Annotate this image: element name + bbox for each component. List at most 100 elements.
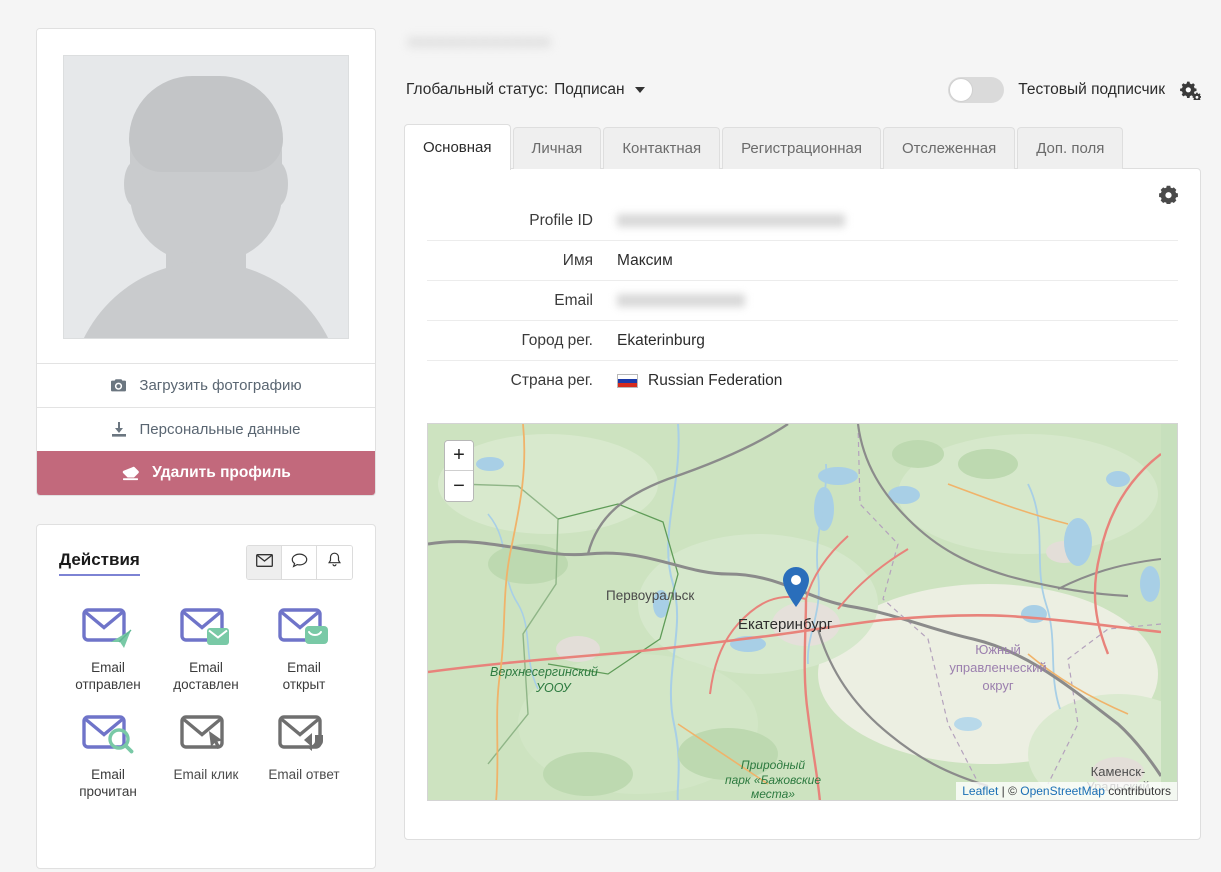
tab-otslezhennaya[interactable]: Отслеженная (883, 127, 1015, 169)
field-value: Russian Federation (648, 372, 782, 390)
field-row-email: Email (427, 281, 1178, 321)
email-reply-icon (277, 713, 331, 760)
field-label: Profile ID (427, 212, 617, 230)
status-bar-right: Тестовый подписчик (948, 77, 1201, 103)
left-sidebar: Загрузить фотографию Персональные данные… (36, 28, 376, 869)
map-label: Природный (741, 758, 805, 772)
app-root: Загрузить фотографию Персональные данные… (0, 0, 1221, 872)
attrib-separator: | © (998, 784, 1020, 798)
field-value-wrap: Russian Federation (617, 372, 782, 390)
field-value: Ekaterinburg (617, 332, 705, 350)
location-map[interactable]: Первоуральск Екатеринбург Верхнесергинск… (427, 423, 1178, 801)
tab-osnovnaya[interactable]: Основная (404, 124, 511, 170)
map-attribution: Leaflet | © OpenStreetMap contributors (956, 782, 1177, 800)
channel-button-push[interactable] (317, 546, 352, 579)
page-title-redacted: ••••••••••••• (408, 26, 668, 66)
field-label: Имя (427, 252, 617, 270)
gears-icon[interactable] (1179, 80, 1201, 100)
redacted-value (617, 214, 845, 227)
flag-ru-icon (617, 374, 638, 388)
upload-photo-button[interactable]: Загрузить фотографию (37, 363, 375, 407)
avatar-ear-right (268, 162, 288, 206)
map-tiles: Первоуральск Екатеринбург Верхнесергинск… (428, 424, 1161, 801)
action-email-delivered[interactable]: Email доставлен (157, 606, 255, 693)
attrib-suffix: contributors (1105, 784, 1171, 798)
action-email-click-label: Email клик (174, 766, 239, 783)
envelope-icon (256, 554, 273, 572)
field-label: Email (427, 292, 617, 310)
upload-photo-label: Загрузить фотографию (139, 377, 301, 394)
map-zoom-out-button[interactable]: − (445, 471, 473, 501)
field-label: Страна рег. (427, 372, 617, 390)
tab-label: Отслеженная (902, 140, 996, 157)
global-status-label: Глобальный статус: (406, 81, 548, 99)
speech-bubble-icon (291, 553, 308, 573)
field-row-city: Город рег. Ekaterinburg (427, 321, 1178, 361)
tab-kontaktnaya[interactable]: Контактная (603, 127, 720, 169)
actions-header: Действия (59, 545, 353, 580)
avatar-ear-left (124, 162, 144, 206)
tab-panel-osnovnaya: Profile ID Имя Максим Email Город ре (404, 168, 1201, 840)
action-email-sent-label: Email отправлен (75, 659, 140, 693)
global-status-value[interactable]: Подписан (554, 81, 624, 99)
tab-label: Основная (423, 139, 492, 156)
map-label: Первоуральск (606, 588, 694, 603)
map-label: парк «Бажовские (725, 773, 821, 787)
field-value: Максим (617, 252, 673, 270)
channel-button-sms[interactable] (282, 546, 317, 579)
action-email-delivered-label: Email доставлен (173, 659, 238, 693)
field-row-name: Имя Максим (427, 241, 1178, 281)
main-content: ••••••••••••• Глобальный статус: Подписа… (404, 26, 1201, 840)
test-subscriber-toggle[interactable] (948, 77, 1004, 103)
tab-label: Доп. поля (1036, 140, 1104, 157)
actions-grid: Email отправлен Email доставлен (59, 606, 353, 800)
tab-label: Личная (532, 140, 583, 157)
map-zoom-in-button[interactable]: + (445, 441, 473, 471)
actions-card: Действия (36, 524, 376, 869)
map-label: округ (982, 678, 1014, 693)
personal-data-button[interactable]: Персональные данные (37, 407, 375, 451)
field-value (617, 214, 845, 227)
tab-lichnaya[interactable]: Личная (513, 127, 602, 169)
map-label: Каменск- (1091, 764, 1146, 779)
tab-dop-polya[interactable]: Доп. поля (1017, 127, 1123, 169)
email-read-icon (81, 713, 135, 760)
tab-label: Регистрационная (741, 140, 862, 157)
action-email-opened-label: Email открыт (283, 659, 326, 693)
action-email-click[interactable]: Email клик (157, 713, 255, 800)
profile-card: Загрузить фотографию Персональные данные… (36, 28, 376, 496)
profile-fields: Profile ID Имя Максим Email Город ре (427, 201, 1178, 401)
tab-label: Контактная (622, 140, 701, 157)
tab-registratsionnaya[interactable]: Регистрационная (722, 127, 881, 169)
personal-data-label: Персональные данные (139, 421, 300, 438)
action-email-read[interactable]: Email прочитан (59, 713, 157, 800)
leaflet-link[interactable]: Leaflet (962, 784, 998, 798)
action-email-reply-label: Email ответ (268, 766, 339, 783)
delete-profile-button[interactable]: Удалить профиль (37, 451, 375, 495)
eraser-icon (121, 466, 140, 481)
avatar-container (37, 29, 375, 363)
field-row-profile-id: Profile ID (427, 201, 1178, 241)
map-label: управленческий (949, 660, 1046, 675)
action-email-sent[interactable]: Email отправлен (59, 606, 157, 693)
chevron-down-icon[interactable] (635, 87, 645, 93)
action-email-opened[interactable]: Email открыт (255, 606, 353, 693)
email-sent-icon (81, 606, 135, 653)
map-label: Верхнесергинский (490, 665, 598, 679)
download-icon (111, 422, 127, 438)
field-label: Город рег. (427, 332, 617, 350)
field-value (617, 294, 745, 307)
map-label: Южный (975, 642, 1021, 657)
osm-link[interactable]: OpenStreetMap (1020, 784, 1105, 798)
avatar-hair-shape (129, 76, 283, 172)
delete-profile-label: Удалить профиль (152, 464, 291, 482)
actions-title: Действия (59, 550, 140, 576)
map-label: УООУ (535, 681, 573, 695)
avatar-shoulders-shape (70, 262, 342, 339)
channel-button-email[interactable] (247, 546, 282, 579)
action-email-reply[interactable]: Email ответ (255, 713, 353, 800)
map-zoom-controls: + − (444, 440, 474, 502)
gear-icon[interactable] (1159, 185, 1178, 209)
camera-icon (110, 378, 127, 393)
map-label: места» (751, 787, 795, 801)
